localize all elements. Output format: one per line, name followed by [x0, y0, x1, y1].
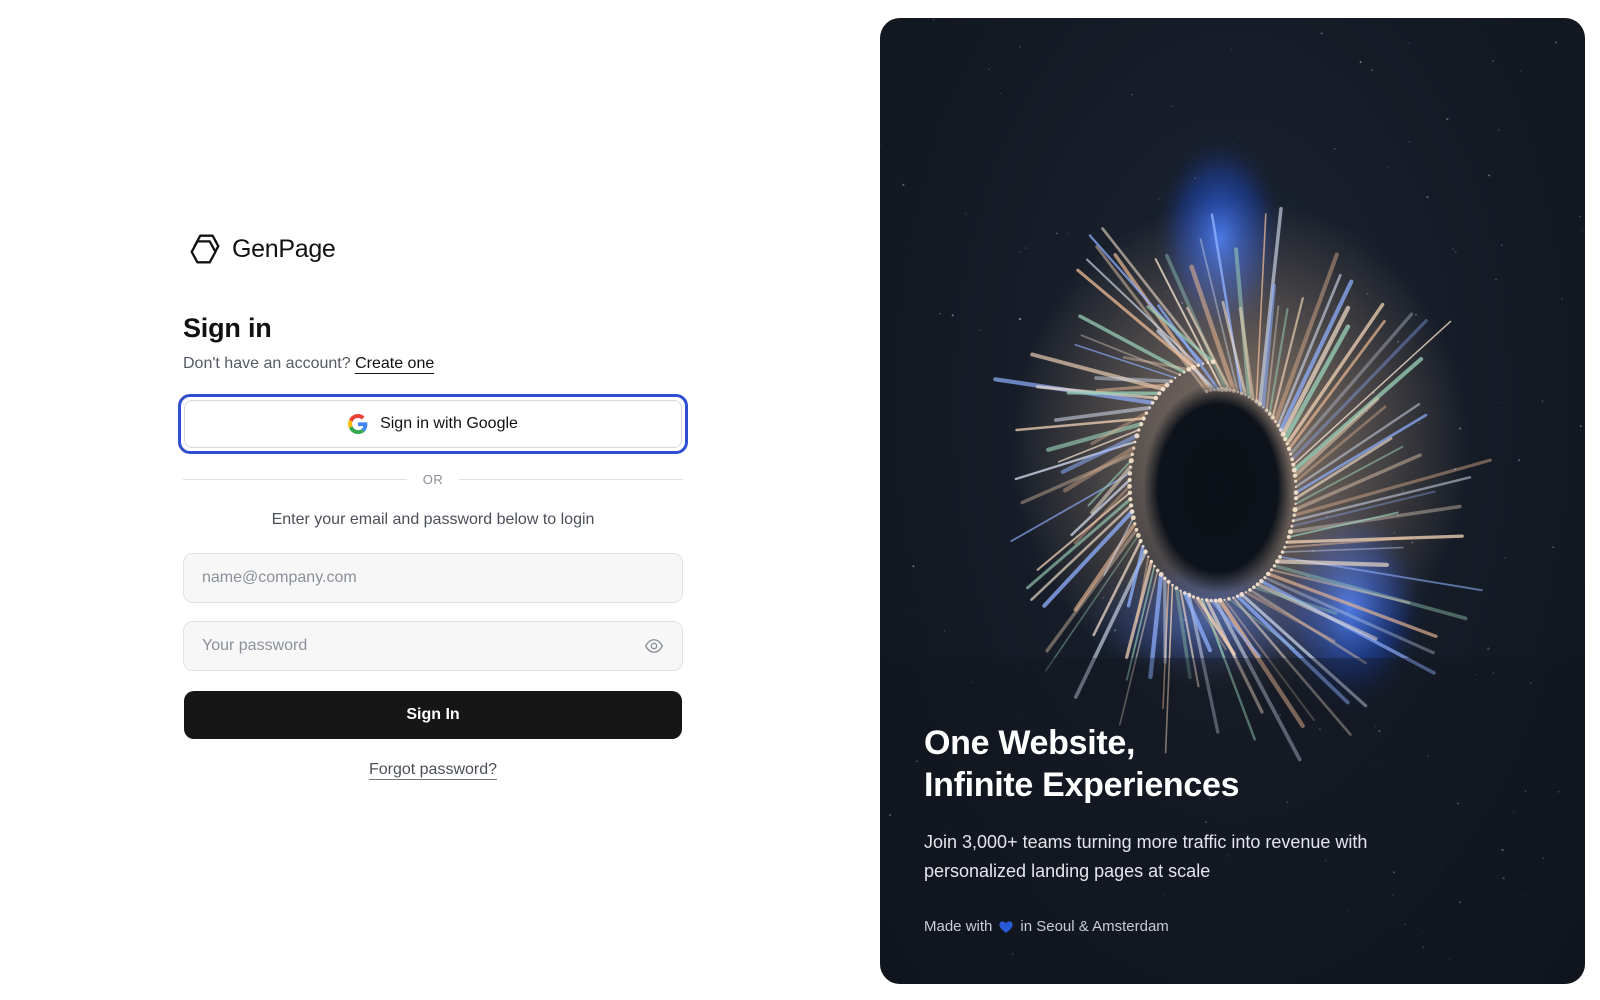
- forgot-password-wrap: Forgot password?: [183, 761, 683, 780]
- hero-panel: One Website, Infinite Experiences Join 3…: [880, 18, 1585, 984]
- password-field: [183, 621, 683, 671]
- create-account-link[interactable]: Create one: [355, 355, 435, 374]
- google-icon: [348, 414, 368, 434]
- page-title: Sign in: [183, 313, 272, 343]
- hero-footer-prefix: Made with: [924, 918, 993, 935]
- sign-in-button[interactable]: Sign In: [184, 691, 682, 739]
- brand: GenPage: [186, 230, 683, 268]
- divider-line-left: [183, 479, 407, 480]
- email-input[interactable]: [202, 569, 664, 587]
- blue-heart-icon: [999, 920, 1014, 933]
- eye-icon[interactable]: [644, 636, 664, 656]
- password-input[interactable]: [202, 637, 644, 655]
- login-helper-text: Enter your email and password below to l…: [271, 511, 595, 528]
- hero-footer-suffix: in Seoul & Amsterdam: [1020, 918, 1169, 935]
- forgot-password-link[interactable]: Forgot password?: [368, 761, 498, 780]
- hero-footer: Made with in Seoul & Amsterdam: [924, 918, 1169, 935]
- hero-text: One Website, Infinite Experiences Join 3…: [924, 722, 1524, 886]
- hero-title-line-1: One Website,: [924, 724, 1136, 762]
- genpage-logo-icon: [190, 234, 220, 264]
- divider-line-right: [459, 479, 683, 480]
- signup-prompt-text: Don't have an account?: [183, 355, 351, 372]
- hero-title: One Website, Infinite Experiences: [924, 722, 1524, 806]
- or-divider: OR: [183, 472, 683, 487]
- brand-name: GenPage: [232, 234, 336, 263]
- email-field: [183, 553, 683, 603]
- sign-in-form: GenPage Sign in Don't have an account? C…: [178, 230, 688, 780]
- signup-prompt: Don't have an account? Create one: [183, 354, 683, 374]
- hero-subtitle: Join 3,000+ teams turning more traffic i…: [924, 832, 1368, 881]
- hero-title-line-2: Infinite Experiences: [924, 766, 1240, 804]
- google-sign-in-label: Sign in with Google: [380, 415, 518, 432]
- sign-in-page: GenPage Sign in Don't have an account? C…: [0, 0, 1600, 1000]
- google-sign-in-button[interactable]: Sign in with Google: [178, 394, 688, 454]
- google-sign-in-button-inner: Sign in with Google: [184, 400, 682, 448]
- divider-label: OR: [422, 472, 444, 487]
